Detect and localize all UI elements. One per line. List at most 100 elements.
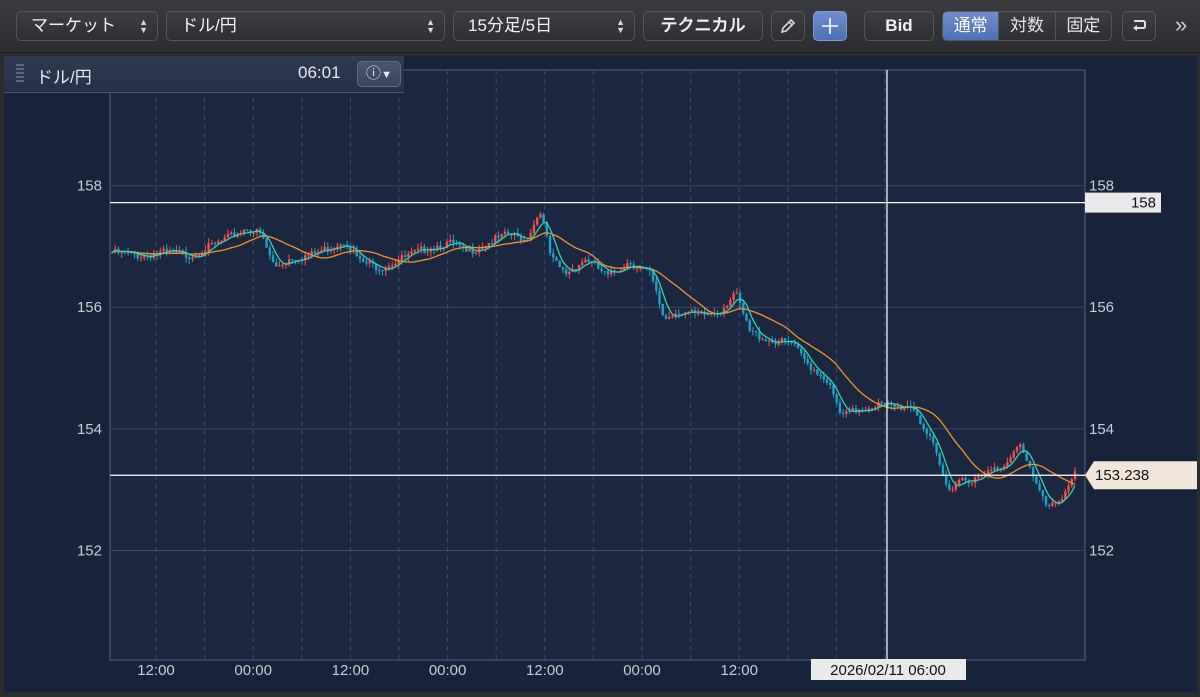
market-select-label: マーケット — [31, 16, 116, 35]
candle-body — [558, 260, 561, 268]
candle-body — [928, 433, 932, 437]
candle-body — [552, 253, 555, 258]
candle-body — [490, 243, 494, 245]
x-tick-label: 00:00 — [234, 662, 272, 679]
undo-button[interactable] — [1122, 11, 1156, 41]
pencil-icon — [780, 18, 796, 34]
candle-body — [655, 281, 658, 291]
candle-body — [758, 332, 761, 340]
candle-body — [1051, 502, 1054, 506]
candle-body — [845, 411, 848, 414]
drag-handle-icon[interactable] — [16, 64, 24, 84]
candle-body — [941, 464, 945, 476]
candle-body — [452, 239, 455, 243]
candle-body — [600, 268, 603, 272]
crosshair-icon — [822, 18, 838, 34]
candle-body — [358, 256, 362, 259]
candle-body — [461, 245, 465, 247]
candle-body — [394, 263, 397, 266]
candle-body — [822, 376, 825, 380]
candle-body — [774, 342, 777, 345]
candle-body — [252, 232, 255, 234]
candle-body — [790, 342, 793, 344]
x-tick-label: 12:00 — [720, 662, 758, 679]
y-tick-right: 156 — [1089, 299, 1114, 316]
candle-body — [1044, 495, 1048, 505]
crosshair-time-label: 2026/02/11 06:00 — [811, 659, 966, 680]
candle-body — [819, 374, 822, 377]
candle-body — [213, 243, 217, 245]
candle-body — [803, 353, 806, 360]
candle-body — [896, 406, 900, 408]
candle-body — [735, 292, 739, 294]
candle-body — [829, 383, 832, 385]
candle-body — [126, 252, 130, 254]
scale-mode-group: 通常 対数 固定 — [942, 11, 1112, 41]
crosshair-price-text: 158 — [1131, 195, 1156, 212]
candle-body — [323, 246, 326, 251]
candle-body — [403, 255, 407, 257]
candle-body — [816, 369, 819, 375]
bid-button[interactable]: Bid — [864, 11, 934, 41]
more-chevron-icon[interactable]: » — [1175, 12, 1187, 38]
info-bar[interactable]: ドル/円 06:01 ⓘ▼ — [4, 56, 404, 93]
y-tick-right: 154 — [1089, 421, 1114, 438]
toolbar: マーケット ▲ ▼ ドル/円 ▲ ▼ 15分足/5日 ▲ ▼ テクニカル Bid 通常… — [0, 0, 1200, 53]
candle-body — [419, 246, 423, 249]
candle-body — [229, 232, 233, 234]
pair-select[interactable]: ドル/円 ▲ ▼ — [166, 11, 445, 41]
market-select[interactable]: マーケット ▲ ▼ — [16, 11, 158, 41]
candle-body — [793, 342, 796, 345]
candle-body — [226, 233, 230, 238]
candle-body — [391, 265, 394, 267]
scale-mode-log[interactable]: 対数 — [999, 12, 1056, 40]
candle-body — [832, 384, 835, 395]
candle-body — [497, 235, 500, 238]
candle-body — [812, 369, 816, 371]
candle-body — [738, 292, 742, 304]
x-tick-label: 12:00 — [137, 662, 175, 679]
candle-body — [242, 229, 246, 233]
candle-body — [1019, 444, 1022, 448]
candle-body — [1067, 485, 1070, 492]
candle-body — [278, 265, 281, 267]
candle-body — [381, 270, 384, 272]
candle-body — [339, 244, 342, 247]
candle-body — [474, 252, 478, 254]
candle-body — [587, 259, 590, 263]
candle-body — [210, 243, 214, 245]
candle-body — [265, 238, 268, 248]
candle-body — [635, 268, 639, 270]
info-dropdown-button[interactable]: ⓘ▼ — [357, 61, 401, 87]
candle-body — [246, 229, 249, 231]
x-tick-label: 12:00 — [332, 662, 370, 679]
candle-body — [883, 402, 887, 404]
candle-body — [287, 259, 291, 264]
scale-mode-fixed[interactable]: 固定 — [1056, 12, 1111, 40]
price-chart[interactable]: 158 158 156 156 154 154 152 152 12:00 00:00 12:00… — [4, 56, 1197, 692]
candle-body — [500, 233, 503, 238]
candle-body — [291, 259, 294, 261]
candle-body — [281, 264, 284, 266]
candle-body — [535, 217, 539, 225]
y-tick-right: 152 — [1089, 543, 1114, 560]
x-tick-label: 12:00 — [526, 662, 564, 679]
x-axis: 12:0000:0012:0000:0012:0000:0012:0000:00 — [137, 662, 855, 679]
crosshair-button[interactable] — [813, 11, 847, 41]
candle-body — [957, 479, 961, 485]
candle-body — [410, 251, 413, 254]
chart-panel[interactable]: 158 158 156 156 154 154 152 152 12:00 00:00 12:00… — [4, 56, 1197, 692]
candle-body — [1012, 451, 1016, 458]
pencil-button[interactable] — [771, 11, 805, 41]
candle-body — [838, 402, 842, 413]
candle-body — [925, 429, 929, 434]
scale-mode-normal[interactable]: 通常 — [943, 12, 1000, 40]
x-tick-label: 00:00 — [429, 662, 467, 679]
candle-body — [268, 247, 272, 256]
candle-body — [951, 489, 954, 491]
period-select[interactable]: 15分足/5日 ▲ ▼ — [453, 11, 635, 41]
candle-body — [993, 467, 996, 470]
technical-button[interactable]: テクニカル — [643, 11, 763, 41]
candle-body — [1057, 501, 1061, 503]
candle-body — [671, 316, 674, 318]
